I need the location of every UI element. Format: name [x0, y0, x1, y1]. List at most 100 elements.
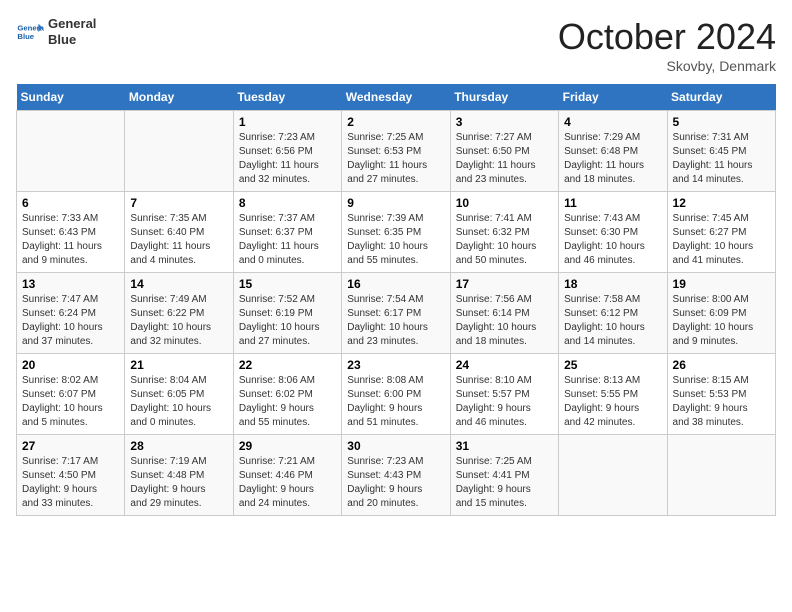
day-info: Sunrise: 8:15 AMSunset: 5:53 PMDaylight:…: [673, 374, 770, 430]
day-number: 4: [564, 115, 661, 129]
calendar-cell: 27 Sunrise: 7:17 AMSunset: 4:50 PMDayligh…: [17, 435, 125, 516]
logo-icon: General Blue: [16, 18, 44, 46]
calendar-cell: 3 Sunrise: 7:27 AMSunset: 6:50 PMDaylight…: [450, 111, 558, 192]
calendar-cell: 6 Sunrise: 7:33 AMSunset: 6:43 PMDaylight…: [17, 192, 125, 273]
calendar-cell: 31 Sunrise: 7:25 AMSunset: 4:41 PMDayligh…: [450, 435, 558, 516]
calendar-cell: 19Sunrise: 8:00 AMSunset: 6:09 PMDayligh…: [667, 273, 775, 354]
day-number: 1: [239, 115, 336, 129]
day-number: 21: [130, 358, 227, 372]
day-number: 3: [456, 115, 553, 129]
day-number: 29: [239, 439, 336, 453]
day-number: 7: [130, 196, 227, 210]
weekday-header-tuesday: Tuesday: [233, 84, 341, 111]
day-info: Sunrise: 7:52 AMSunset: 6:19 PMDaylight:…: [239, 293, 336, 349]
day-info: Sunrise: 7:33 AMSunset: 6:43 PMDaylight:…: [22, 212, 119, 268]
day-number: 2: [347, 115, 444, 129]
calendar-cell: 14 Sunrise: 7:49 AMSunset: 6:22 PMDayligh…: [125, 273, 233, 354]
logo-line2: Blue: [48, 32, 96, 48]
day-info: Sunrise: 7:17 AMSunset: 4:50 PMDaylight:…: [22, 455, 119, 511]
week-row-3: 13Sunrise: 7:47 AMSunset: 6:24 PMDayligh…: [17, 273, 776, 354]
weekday-header-monday: Monday: [125, 84, 233, 111]
day-info: Sunrise: 7:25 AMSunset: 6:53 PMDaylight:…: [347, 131, 444, 187]
day-number: 24: [456, 358, 553, 372]
weekday-header-saturday: Saturday: [667, 84, 775, 111]
day-info: Sunrise: 7:54 AMSunset: 6:17 PMDaylight:…: [347, 293, 444, 349]
day-info: Sunrise: 7:25 AMSunset: 4:41 PMDaylight:…: [456, 455, 553, 511]
calendar-cell: 28 Sunrise: 7:19 AMSunset: 4:48 PMDayligh…: [125, 435, 233, 516]
calendar-cell: 20Sunrise: 8:02 AMSunset: 6:07 PMDayligh…: [17, 354, 125, 435]
logo-text: General Blue: [48, 16, 96, 47]
calendar-cell: 10 Sunrise: 7:41 AMSunset: 6:32 PMDayligh…: [450, 192, 558, 273]
day-info: Sunrise: 7:31 AMSunset: 6:45 PMDaylight:…: [673, 131, 770, 187]
calendar-cell: 29 Sunrise: 7:21 AMSunset: 4:46 PMDayligh…: [233, 435, 341, 516]
calendar-cell: [667, 435, 775, 516]
calendar-cell: 2 Sunrise: 7:25 AMSunset: 6:53 PMDaylight…: [342, 111, 450, 192]
day-number: 9: [347, 196, 444, 210]
day-info: Sunrise: 7:37 AMSunset: 6:37 PMDaylight:…: [239, 212, 336, 268]
calendar-cell: 25 Sunrise: 8:13 AMSunset: 5:55 PMDayligh…: [559, 354, 667, 435]
calendar-cell: 24 Sunrise: 8:10 AMSunset: 5:57 PMDayligh…: [450, 354, 558, 435]
day-number: 27: [22, 439, 119, 453]
weekday-header-thursday: Thursday: [450, 84, 558, 111]
calendar-cell: 13Sunrise: 7:47 AMSunset: 6:24 PMDayligh…: [17, 273, 125, 354]
logo: General Blue General Blue: [16, 16, 96, 47]
day-number: 20: [22, 358, 119, 372]
day-info: Sunrise: 7:49 AMSunset: 6:22 PMDaylight:…: [130, 293, 227, 349]
day-info: Sunrise: 8:13 AMSunset: 5:55 PMDaylight:…: [564, 374, 661, 430]
day-number: 31: [456, 439, 553, 453]
day-number: 11: [564, 196, 661, 210]
calendar-cell: 23 Sunrise: 8:08 AMSunset: 6:00 PMDayligh…: [342, 354, 450, 435]
day-number: 30: [347, 439, 444, 453]
day-info: Sunrise: 7:23 AMSunset: 4:43 PMDaylight:…: [347, 455, 444, 511]
calendar-cell: 5 Sunrise: 7:31 AMSunset: 6:45 PMDaylight…: [667, 111, 775, 192]
weekday-header-friday: Friday: [559, 84, 667, 111]
day-number: 28: [130, 439, 227, 453]
day-number: 23: [347, 358, 444, 372]
calendar-cell: 15 Sunrise: 7:52 AMSunset: 6:19 PMDayligh…: [233, 273, 341, 354]
day-number: 26: [673, 358, 770, 372]
day-number: 16: [347, 277, 444, 291]
calendar-cell: 9 Sunrise: 7:39 AMSunset: 6:35 PMDaylight…: [342, 192, 450, 273]
day-number: 15: [239, 277, 336, 291]
day-info: Sunrise: 7:21 AMSunset: 4:46 PMDaylight:…: [239, 455, 336, 511]
day-number: 8: [239, 196, 336, 210]
calendar-cell: 17Sunrise: 7:56 AMSunset: 6:14 PMDayligh…: [450, 273, 558, 354]
day-number: 14: [130, 277, 227, 291]
week-row-4: 20Sunrise: 8:02 AMSunset: 6:07 PMDayligh…: [17, 354, 776, 435]
calendar-cell: 26 Sunrise: 8:15 AMSunset: 5:53 PMDayligh…: [667, 354, 775, 435]
calendar-cell: 30 Sunrise: 7:23 AMSunset: 4:43 PMDayligh…: [342, 435, 450, 516]
calendar-cell: 1Sunrise: 7:23 AMSunset: 6:56 PMDaylight…: [233, 111, 341, 192]
calendar-cell: 11 Sunrise: 7:43 AMSunset: 6:30 PMDayligh…: [559, 192, 667, 273]
day-info: Sunrise: 7:56 AMSunset: 6:14 PMDaylight:…: [456, 293, 553, 349]
calendar-cell: 18Sunrise: 7:58 AMSunset: 6:12 PMDayligh…: [559, 273, 667, 354]
logo-line1: General: [48, 16, 96, 32]
day-info: Sunrise: 7:29 AMSunset: 6:48 PMDaylight:…: [564, 131, 661, 187]
day-info: Sunrise: 7:58 AMSunset: 6:12 PMDaylight:…: [564, 293, 661, 349]
day-info: Sunrise: 8:00 AMSunset: 6:09 PMDaylight:…: [673, 293, 770, 349]
day-info: Sunrise: 8:08 AMSunset: 6:00 PMDaylight:…: [347, 374, 444, 430]
calendar-cell: 22 Sunrise: 8:06 AMSunset: 6:02 PMDayligh…: [233, 354, 341, 435]
day-info: Sunrise: 7:27 AMSunset: 6:50 PMDaylight:…: [456, 131, 553, 187]
day-info: Sunrise: 7:39 AMSunset: 6:35 PMDaylight:…: [347, 212, 444, 268]
page-header: General Blue General Blue October 2024 S…: [16, 16, 776, 74]
day-info: Sunrise: 8:10 AMSunset: 5:57 PMDaylight:…: [456, 374, 553, 430]
calendar-cell: 16 Sunrise: 7:54 AMSunset: 6:17 PMDayligh…: [342, 273, 450, 354]
calendar-cell: [559, 435, 667, 516]
week-row-1: 1Sunrise: 7:23 AMSunset: 6:56 PMDaylight…: [17, 111, 776, 192]
week-row-2: 6 Sunrise: 7:33 AMSunset: 6:43 PMDaylight…: [17, 192, 776, 273]
month-title: October 2024: [558, 16, 776, 58]
day-info: Sunrise: 7:19 AMSunset: 4:48 PMDaylight:…: [130, 455, 227, 511]
day-number: 5: [673, 115, 770, 129]
day-number: 6: [22, 196, 119, 210]
day-number: 22: [239, 358, 336, 372]
day-info: Sunrise: 7:43 AMSunset: 6:30 PMDaylight:…: [564, 212, 661, 268]
day-info: Sunrise: 7:45 AMSunset: 6:27 PMDaylight:…: [673, 212, 770, 268]
day-info: Sunrise: 7:41 AMSunset: 6:32 PMDaylight:…: [456, 212, 553, 268]
calendar-cell: 8 Sunrise: 7:37 AMSunset: 6:37 PMDaylight…: [233, 192, 341, 273]
day-number: 10: [456, 196, 553, 210]
day-number: 25: [564, 358, 661, 372]
title-block: October 2024 Skovby, Denmark: [558, 16, 776, 74]
svg-text:Blue: Blue: [17, 32, 34, 41]
day-info: Sunrise: 8:06 AMSunset: 6:02 PMDaylight:…: [239, 374, 336, 430]
day-info: Sunrise: 8:04 AMSunset: 6:05 PMDaylight:…: [130, 374, 227, 430]
